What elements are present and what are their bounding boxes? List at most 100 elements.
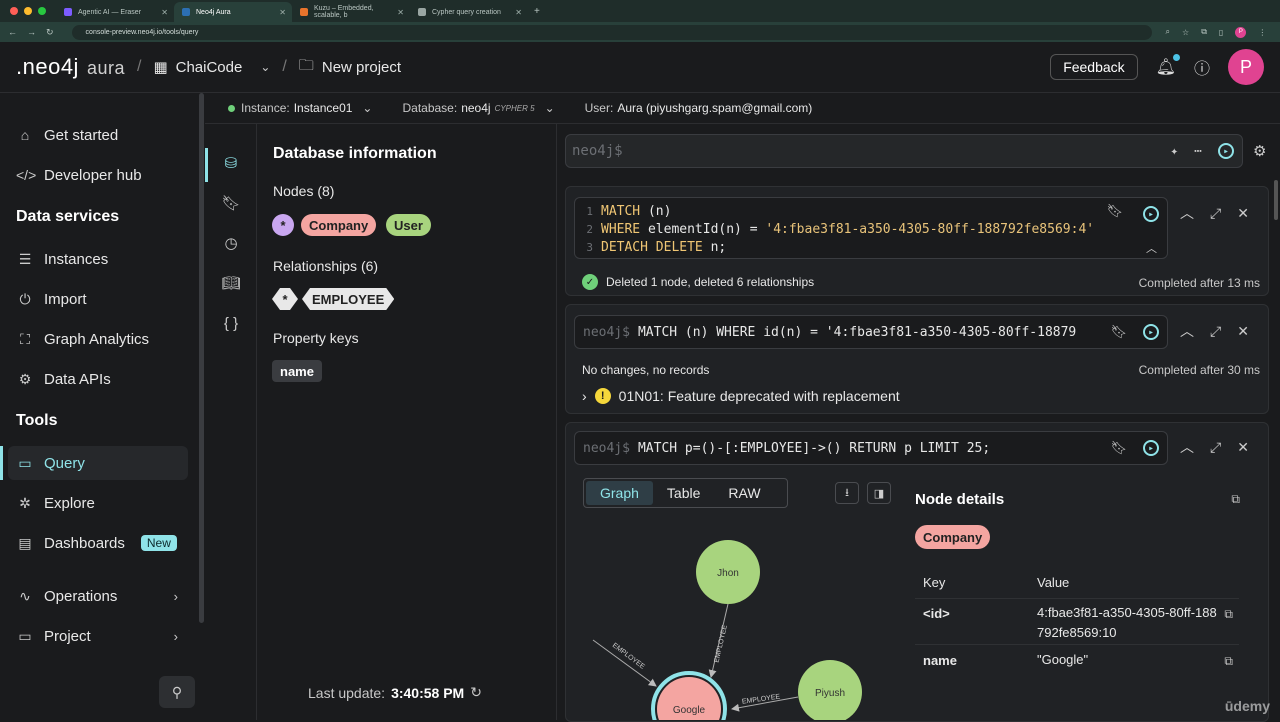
user-avatar[interactable]: P (1228, 49, 1264, 85)
download-button[interactable]: ⭳ (835, 482, 859, 504)
instance-selector[interactable]: Instance01 (294, 101, 353, 115)
database-info-icon[interactable]: ⛁ (219, 151, 243, 175)
run-query-button[interactable]: ▶ (1143, 440, 1159, 456)
close-icon[interactable]: ✕ (1237, 439, 1249, 456)
sidebar-item-graph-analytics[interactable]: ⛶Graph Analytics (8, 322, 188, 356)
feedback-button[interactable]: Feedback (1050, 54, 1137, 80)
database-selector[interactable]: neo4j (461, 101, 490, 115)
expand-icon[interactable]: ⤢ (1210, 323, 1221, 340)
run-query-button[interactable]: ▶ (1143, 324, 1159, 340)
search-icon[interactable]: ⌕ (1166, 27, 1170, 37)
rel-chip-employee[interactable]: EMPLOYEE (302, 288, 394, 310)
sidebar-item-developer-hub[interactable]: </>Developer hub (8, 158, 188, 192)
more-icon[interactable]: ⋯ (1194, 144, 1202, 159)
help-icon[interactable]: ⓘ (1194, 55, 1210, 79)
property-key-chip[interactable]: name (272, 360, 322, 382)
node-chip-user[interactable]: User (386, 214, 431, 236)
line-number: 3 (575, 241, 593, 254)
chevron-up-icon[interactable]: ︿ (1180, 203, 1194, 223)
close-window-button[interactable] (10, 7, 18, 15)
star-icon[interactable]: ☆ (1182, 28, 1189, 37)
close-tab-icon[interactable]: ✕ (161, 8, 168, 17)
bookmark-icon[interactable]: 🔖︎ (1110, 441, 1127, 456)
sidebar-item-get-started[interactable]: ⌂Get started (8, 118, 188, 152)
refresh-icon[interactable]: ↻ (470, 684, 482, 701)
reload-icon[interactable]: ↻ (46, 27, 54, 38)
expand-icon[interactable]: ⤢ (1210, 439, 1221, 456)
sidebar-item-instances[interactable]: ☰Instances (8, 242, 188, 276)
sidebar-icon[interactable]: ▯ (1219, 28, 1223, 37)
node-chip-all[interactable]: * (272, 214, 294, 236)
browser-tab[interactable]: Cypher query creation✕ (410, 2, 528, 22)
close-icon[interactable]: ✕ (1237, 323, 1249, 340)
neo4j-aura-logo[interactable]: .neo4j aura (16, 54, 125, 80)
instance-status-dot (228, 105, 235, 112)
zoom-window-button[interactable] (38, 7, 46, 15)
chevron-up-icon[interactable]: ︿ (1180, 437, 1194, 457)
code-block[interactable]: 1MATCH (n) 2WHERE elementId(n) = '4:fbae… (574, 197, 1168, 259)
breadcrumb-separator: / (282, 58, 286, 76)
bookmark-icon[interactable]: 🔖︎ (1110, 325, 1127, 340)
graph-visualization[interactable]: EMPLOYEE EMPLOYEE EMPLOYEE Jhon Piyush G… (566, 514, 896, 720)
tab-raw[interactable]: RAW (714, 481, 774, 505)
close-tab-icon[interactable]: ✕ (515, 8, 522, 17)
tab-table[interactable]: Table (653, 481, 714, 505)
extensions-icon[interactable]: ⧉ (1201, 27, 1207, 37)
browser-menu-icon[interactable]: ⋮ (1258, 28, 1266, 37)
main-scrollbar[interactable] (1274, 180, 1278, 220)
sidebar-item-import[interactable]: ⏻Import (8, 282, 188, 316)
rel-chip-all[interactable]: * (272, 288, 298, 310)
sidebar-item-query[interactable]: ▭Query (8, 446, 188, 480)
chevron-up-icon[interactable]: ︿ (1180, 321, 1194, 341)
sidebar-item-data-apis[interactable]: ⚙Data APIs (8, 362, 188, 396)
collapse-icon[interactable]: ︿ (1146, 240, 1157, 256)
sparkle-icon[interactable]: ✦ (1170, 144, 1178, 159)
settings-icon[interactable]: ⚙ (1253, 142, 1266, 160)
tab-graph[interactable]: Graph (586, 481, 653, 505)
browser-tab[interactable]: Kuzu – Embedded, scalable, b✕ (292, 2, 410, 22)
saved-cypher-icon[interactable]: 🔖︎ (219, 191, 243, 215)
copy-icon[interactable]: ⧉ (1224, 654, 1233, 669)
sidebar-scrollbar[interactable] (199, 93, 204, 623)
chevron-down-icon[interactable]: ⌄ (362, 101, 372, 115)
sidebar-item-dashboards[interactable]: ▤DashboardsNew (8, 526, 188, 560)
code-block[interactable]: neo4j$ MATCH (n) WHERE id(n) = '4:fbae3f… (574, 315, 1168, 349)
sidebar-item-explore[interactable]: ✲Explore (8, 486, 188, 520)
node-label-chip[interactable]: Company (915, 525, 990, 549)
sidebar-item-project[interactable]: ▭Project› (8, 619, 188, 653)
code-block[interactable]: neo4j$ MATCH p=()-[:EMPLOYEE]->() RETURN… (574, 431, 1168, 465)
copy-icon[interactable]: ⧉ (1231, 492, 1240, 507)
cypher-editor[interactable]: neo4j$ ✦ ⋯ ▶ (565, 134, 1243, 168)
org-selector[interactable]: ▦ ChaiCode ⌄ (153, 58, 270, 76)
browser-profile-avatar[interactable]: P (1235, 27, 1246, 38)
close-icon[interactable]: ✕ (1237, 205, 1249, 222)
project-selector[interactable]: 🗀 New project (299, 55, 401, 80)
bell-icon[interactable]: 🔔︎ (1156, 57, 1176, 77)
guides-icon[interactable]: 📖︎ (219, 271, 243, 295)
close-tab-icon[interactable]: ✕ (279, 8, 286, 17)
run-query-button[interactable]: ▶ (1143, 206, 1159, 222)
parameters-icon[interactable]: { } (219, 311, 243, 335)
browser-tab[interactable]: Agentic AI — Eraser✕ (56, 2, 174, 22)
chevron-down-icon[interactable]: ⌄ (545, 101, 555, 115)
sidebar-item-operations[interactable]: ∿Operations› (8, 579, 188, 613)
forward-icon[interactable]: → (27, 27, 36, 38)
toggle-panel-button[interactable]: ◨ (867, 482, 891, 504)
relationship-edge[interactable] (593, 640, 656, 686)
minimize-window-button[interactable] (24, 7, 32, 15)
nodes-label: Nodes (8) (273, 183, 334, 199)
pin-sidebar-button[interactable]: ⚲ (159, 676, 195, 708)
url-field[interactable]: console-preview.neo4j.io/tools/query (72, 25, 1152, 40)
warning-notification[interactable]: › ! 01N01: Feature deprecated with repla… (582, 388, 900, 404)
node-chip-company[interactable]: Company (301, 214, 376, 236)
history-icon[interactable]: ◷ (219, 231, 243, 255)
browser-tab-active[interactable]: Neo4j Aura✕ (174, 2, 292, 22)
run-query-button[interactable]: ▶ (1218, 143, 1234, 159)
close-tab-icon[interactable]: ✕ (397, 8, 404, 17)
expand-icon[interactable]: ⤢ (1210, 205, 1221, 222)
new-tab-icon[interactable]: + (534, 6, 540, 17)
back-icon[interactable]: ← (8, 27, 17, 38)
sidebar-item-label: Operations (44, 588, 117, 605)
bookmark-icon[interactable]: 🔖︎ (1106, 204, 1123, 219)
copy-icon[interactable]: ⧉ (1224, 607, 1233, 622)
